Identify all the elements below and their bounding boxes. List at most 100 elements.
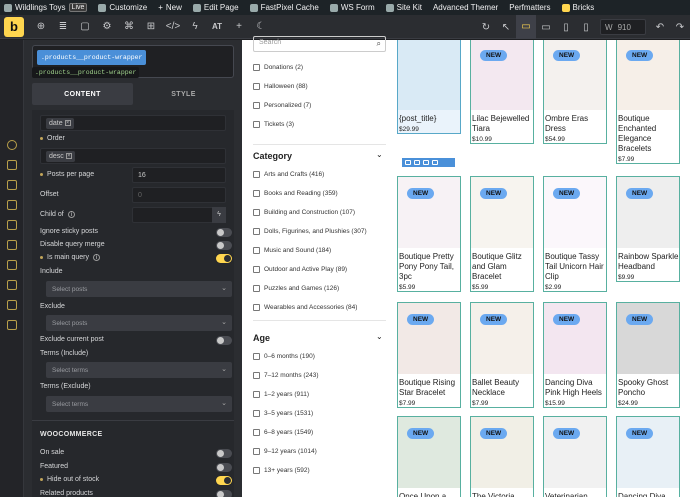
product-title[interactable]: Boutique Rising Star Bracelet (399, 378, 460, 398)
dynamic-data-icon[interactable]: ϟ (212, 207, 226, 223)
ws-form-link[interactable]: WS Form (329, 3, 375, 12)
category-filter-item[interactable]: Music and Sound (184) (253, 247, 331, 254)
product-image[interactable]: NEW (617, 40, 679, 110)
fastpixel-cache-link[interactable]: FastPixel Cache (249, 3, 319, 12)
product-title[interactable]: {post_title} (399, 114, 460, 124)
product-image[interactable]: NEW (471, 177, 533, 248)
duplicate-icon[interactable] (423, 160, 429, 165)
on-sale-toggle[interactable] (216, 449, 232, 458)
category-filter-item[interactable]: Wearables and Accessories (84) (253, 304, 357, 311)
product-card[interactable]: NEW Boutique Pretty Pony Pony Tail, 3pc $5… (397, 176, 461, 292)
product-title[interactable]: Lilac Bejewelled Tiara (472, 114, 533, 134)
checkbox[interactable] (253, 353, 260, 360)
product-title[interactable]: Boutique Enchanted Elegance Bracelets (618, 114, 679, 154)
product-image[interactable]: NEW (544, 40, 606, 110)
main-query-toggle[interactable] (216, 254, 232, 263)
product-title[interactable]: Rainbow Sparkle Headband (618, 252, 679, 272)
element-actions-bar[interactable] (402, 158, 455, 167)
ignore-sticky-toggle[interactable] (216, 228, 232, 237)
product-image[interactable]: NEW (544, 303, 606, 374)
checkbox[interactable] (253, 304, 260, 311)
product-card[interactable]: NEW Spooky Ghost Poncho $24.99 (616, 302, 680, 408)
pages-icon[interactable]: ▢ (74, 21, 96, 32)
terms-include-select[interactable]: Select terms ⌄ (46, 362, 232, 378)
category-filter-item[interactable]: Books and Reading (359) (253, 190, 338, 197)
refresh-icon[interactable]: ↻ (476, 22, 496, 33)
age-filter-item[interactable]: 7–12 months (243) (253, 372, 319, 379)
product-image[interactable]: NEW (398, 177, 460, 248)
tag-filter-item[interactable]: Personalized (7) (253, 102, 311, 109)
product-card[interactable]: NEW Dancing Diva Pink High Heels $15.99 (543, 302, 607, 408)
product-image[interactable]: NEW (544, 177, 606, 248)
product-title[interactable]: Ballet Beauty Necklace (472, 378, 533, 398)
checkbox[interactable] (253, 391, 260, 398)
layers-icon[interactable]: ≣ (52, 21, 74, 32)
product-image[interactable]: NEW (471, 40, 533, 110)
checkbox[interactable] (253, 429, 260, 436)
product-card[interactable]: NEW Ballet Beauty Necklace $7.99 (470, 302, 534, 408)
width-input[interactable]: W 910 (600, 19, 646, 35)
product-title[interactable]: Boutique Tassy Tail Unicorn Hair Clip (545, 252, 606, 282)
tablet-breakpoint-icon[interactable]: ▯ (556, 22, 576, 33)
checkbox[interactable] (253, 372, 260, 379)
age-filter-item[interactable]: 6–8 years (1549) (253, 429, 313, 436)
checkbox[interactable] (253, 64, 260, 71)
category-filter-item[interactable]: Building and Construction (107) (253, 209, 355, 216)
add-element-icon[interactable]: ⊕ (30, 21, 52, 32)
product-title[interactable]: Dancing Diva Pink High Heels (545, 378, 606, 398)
checkbox[interactable] (253, 410, 260, 417)
settings-icon[interactable]: ⚙ (96, 21, 118, 32)
age-filter-item[interactable]: 0–6 months (190) (253, 353, 315, 360)
chevron-down-icon[interactable]: ⌄ (376, 332, 383, 341)
redo-icon[interactable]: ↷ (670, 22, 690, 33)
product-card[interactable]: NEW Veterinarian (543, 416, 607, 497)
checkbox[interactable] (253, 102, 260, 109)
product-card[interactable]: NEW Once Upon a (397, 416, 461, 497)
plus-icon[interactable]: + (228, 21, 250, 32)
related-products-toggle[interactable] (216, 490, 232, 497)
product-image[interactable]: NEW (617, 177, 679, 248)
command-icon[interactable]: ⌘ (118, 21, 140, 32)
product-title[interactable]: Ombre Eras Dress (545, 114, 606, 134)
exclude-select[interactable]: Select posts ⌄ (46, 315, 232, 331)
checkbox[interactable] (253, 247, 260, 254)
grid-icon[interactable] (7, 180, 17, 190)
product-card[interactable]: {post_title} $29.99 (397, 40, 461, 134)
chart-icon[interactable] (7, 280, 17, 290)
include-select[interactable]: Select posts ⌄ (46, 281, 232, 297)
product-title[interactable]: Boutique Glitz and Glam Bracelet (472, 252, 533, 282)
site-kit-link[interactable]: Site Kit (385, 3, 422, 12)
product-image[interactable]: NEW (398, 417, 460, 488)
site-name-link[interactable]: Wildlings Toys Live (4, 3, 88, 12)
code-icon[interactable]: </> (162, 21, 184, 32)
product-card[interactable]: NEW Ombre Eras Dress $54.99 (543, 40, 607, 144)
product-image[interactable]: NEW (471, 417, 533, 488)
hide-out-of-stock-toggle[interactable] (216, 476, 232, 485)
product-card[interactable]: NEW Boutique Enchanted Elegance Bracelets… (616, 40, 680, 164)
product-image[interactable]: NEW (617, 303, 679, 374)
product-image[interactable] (398, 40, 460, 110)
advanced-themer-button[interactable]: AT (206, 22, 228, 31)
add-icon[interactable] (414, 160, 420, 165)
product-title[interactable]: Dancing Diva (618, 492, 679, 497)
active-class-chip[interactable]: .products__product-wrapper (37, 50, 147, 65)
close-icon[interactable]: × (65, 153, 72, 159)
chevron-down-icon[interactable]: ⌄ (376, 150, 383, 159)
desktop-breakpoint-icon[interactable]: ▭ (516, 15, 536, 39)
tag-filter-item[interactable]: Tickets (3) (253, 121, 294, 128)
product-image[interactable]: NEW (398, 303, 460, 374)
image-icon[interactable] (7, 220, 17, 230)
cursor-icon[interactable]: ↖ (496, 22, 516, 33)
product-title[interactable]: Spooky Ghost Poncho (618, 378, 679, 398)
checkbox[interactable] (253, 190, 260, 197)
file-icon[interactable] (7, 300, 17, 310)
checkbox[interactable] (253, 285, 260, 292)
undo-icon[interactable]: ↶ (650, 22, 670, 33)
settings-icon[interactable] (7, 140, 17, 150)
posts-per-page-input[interactable]: 16 (132, 167, 226, 183)
bricks-logo[interactable]: b (4, 16, 24, 37)
box-icon[interactable] (7, 200, 17, 210)
laptop-breakpoint-icon[interactable]: ▭ (536, 22, 556, 33)
product-card[interactable]: NEW Rainbow Sparkle Headband $9.99 (616, 176, 680, 282)
mobile-breakpoint-icon[interactable]: ▯ (576, 22, 596, 33)
